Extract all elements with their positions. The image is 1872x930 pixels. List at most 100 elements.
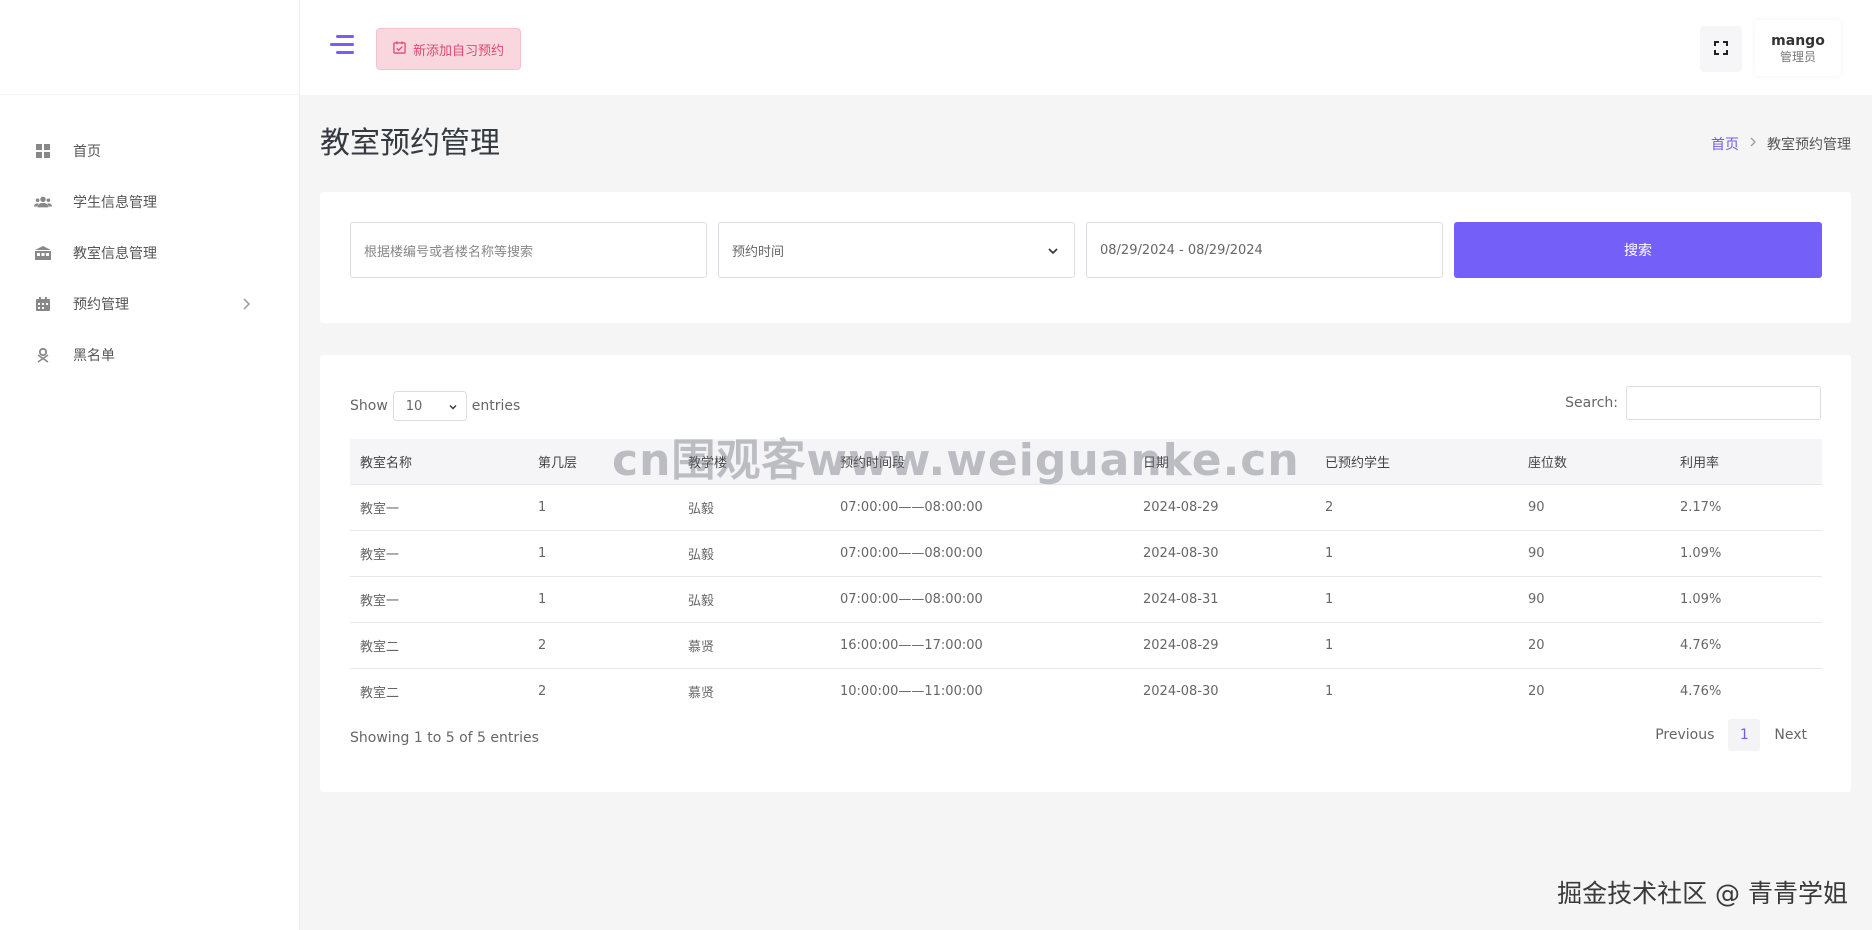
top-header: 新添加自习预约 mango 管理员 [300, 0, 1872, 95]
new-reservation-button[interactable]: 新添加自习预约 [376, 28, 521, 70]
search-panel: 根据楼编号或者楼名称等搜索 预约时间 08/29/2024 - 08/29/20… [320, 192, 1851, 323]
table-cell: 2024-08-31 [1133, 575, 1315, 622]
keyword-search-input[interactable]: 根据楼编号或者楼名称等搜索 [350, 222, 707, 278]
table-cell: 教室一 [350, 483, 528, 530]
table-cell: 1 [528, 529, 678, 576]
table-cell: 弘毅 [678, 529, 830, 576]
fullscreen-button[interactable] [1700, 26, 1742, 72]
table-cell: 2024-08-30 [1133, 529, 1315, 576]
table-cell: 10:00:00——11:00:00 [830, 667, 1133, 714]
table-search-control: Search: [1565, 386, 1821, 420]
table-cell: 弘毅 [678, 483, 830, 530]
table-cell: 90 [1518, 529, 1670, 576]
sidebar-item-blacklist[interactable]: 黑名单 [0, 329, 299, 380]
table-cell: 1 [1315, 575, 1518, 622]
table-cell: 1.09% [1670, 529, 1822, 576]
table-cell: 4.76% [1670, 667, 1822, 714]
entries-label: entries [471, 398, 521, 414]
table-cell: 教室一 [350, 529, 528, 576]
sidebar-item-label: 预约管理 [73, 296, 129, 313]
table-cell: 1 [528, 483, 678, 530]
table-cell: 1 [528, 575, 678, 622]
table-cell: 2 [528, 667, 678, 714]
table-cell: 20 [1518, 621, 1670, 668]
table-cell: 慕贤 [678, 667, 830, 714]
breadcrumb: 首页 教室预约管理 [1711, 134, 1851, 154]
chevron-down-icon [1046, 244, 1060, 258]
page-title: 教室预约管理 [320, 126, 500, 161]
next-page-button[interactable]: Next [1760, 719, 1821, 751]
table-info: Showing 1 to 5 of 5 entries [350, 730, 539, 746]
reservations-table-panel: Show 10 entries Search: 教室名称 第几层 教学楼 预约时… [320, 355, 1851, 792]
table-cell: 2024-08-29 [1133, 483, 1315, 530]
table-cell: 教室二 [350, 621, 528, 668]
table-cell: 1 [1315, 621, 1518, 668]
menu-toggle-icon[interactable] [330, 33, 358, 57]
table-cell: 4.76% [1670, 621, 1822, 668]
table-cell: 20 [1518, 667, 1670, 714]
sidebar-item-reservations[interactable]: 预约管理 [0, 278, 299, 329]
page-length-value: 10 [405, 398, 423, 414]
calendar-check-icon [393, 40, 406, 58]
watermark-center: cn围观客www.weiguanke.cn [612, 435, 1300, 486]
sidebar: 首页 学生信息管理 教室信息管理 预约管理 黑名单 [0, 0, 300, 930]
users-icon [34, 193, 52, 211]
table-cell: 2 [528, 621, 678, 668]
column-header[interactable]: 已预约学生 [1315, 439, 1518, 484]
table-cell: 1 [1315, 667, 1518, 714]
sidebar-item-students[interactable]: 学生信息管理 [0, 176, 299, 227]
chevron-right-icon [241, 297, 251, 311]
reservation-time-select[interactable]: 预约时间 [718, 222, 1075, 278]
table-cell: 教室一 [350, 575, 528, 622]
table-search-input[interactable] [1626, 386, 1821, 420]
table-cell: 2.17% [1670, 483, 1822, 530]
building-icon [34, 244, 52, 262]
table-cell: 2 [1315, 483, 1518, 530]
table-cell: 弘毅 [678, 575, 830, 622]
grid-icon [34, 142, 52, 160]
page-1-button[interactable]: 1 [1728, 719, 1761, 751]
table-row: 教室二 2 慕贤 16:00:00——17:00:00 2024-08-29 1… [350, 621, 1822, 668]
table-row: 教室一 1 弘毅 07:00:00——08:00:00 2024-08-31 1… [350, 575, 1822, 622]
sidebar-item-label: 教室信息管理 [73, 245, 157, 262]
pagination: Previous 1 Next [1641, 719, 1821, 751]
table-cell: 慕贤 [678, 621, 830, 668]
breadcrumb-home-link[interactable]: 首页 [1711, 134, 1739, 154]
table-cell: 1 [1315, 529, 1518, 576]
breadcrumb-current: 教室预约管理 [1767, 137, 1851, 153]
column-header[interactable]: 利用率 [1670, 439, 1822, 484]
table-row: 教室一 1 弘毅 07:00:00——08:00:00 2024-08-30 1… [350, 529, 1822, 576]
watermark-corner: 掘金技术社区 @ 青青学姐 [1557, 879, 1848, 908]
reservation-time-value: 预约时间 [732, 244, 785, 260]
table-search-label: Search: [1565, 395, 1618, 411]
table-cell: 2024-08-29 [1133, 621, 1315, 668]
chevron-down-icon [448, 401, 458, 411]
sidebar-item-label: 首页 [73, 143, 101, 160]
sidebar-item-classrooms[interactable]: 教室信息管理 [0, 227, 299, 278]
table-cell: 1.09% [1670, 575, 1822, 622]
column-header[interactable]: 教室名称 [350, 439, 528, 484]
sidebar-item-label: 黑名单 [73, 347, 115, 364]
column-header[interactable]: 座位数 [1518, 439, 1670, 484]
user-role: 管理员 [1779, 50, 1816, 64]
table-cell: 90 [1518, 483, 1670, 530]
table-cell: 教室二 [350, 667, 528, 714]
previous-page-button[interactable]: Previous [1641, 719, 1728, 751]
table-cell: 16:00:00——17:00:00 [830, 621, 1133, 668]
sidebar-menu: 首页 学生信息管理 教室信息管理 预约管理 黑名单 [0, 95, 299, 380]
breadcrumb-separator-icon [1749, 136, 1757, 152]
fullscreen-icon [1714, 40, 1728, 59]
date-range-input[interactable]: 08/29/2024 - 08/29/2024 [1086, 222, 1443, 278]
table-row: 教室一 1 弘毅 07:00:00——08:00:00 2024-08-29 2… [350, 483, 1822, 530]
logo-area [0, 0, 299, 95]
page-length-select[interactable]: 10 [392, 391, 467, 421]
user-name: mango [1771, 33, 1825, 49]
table-cell: 07:00:00——08:00:00 [830, 529, 1133, 576]
user-menu[interactable]: mango 管理员 [1755, 20, 1841, 76]
sidebar-item-label: 学生信息管理 [73, 194, 157, 211]
table-cell: 07:00:00——08:00:00 [830, 483, 1133, 530]
page-length-control: Show 10 entries [350, 391, 520, 421]
person-block-icon [34, 346, 52, 364]
sidebar-item-home[interactable]: 首页 [0, 125, 299, 176]
search-button[interactable]: 搜索 [1454, 222, 1822, 278]
